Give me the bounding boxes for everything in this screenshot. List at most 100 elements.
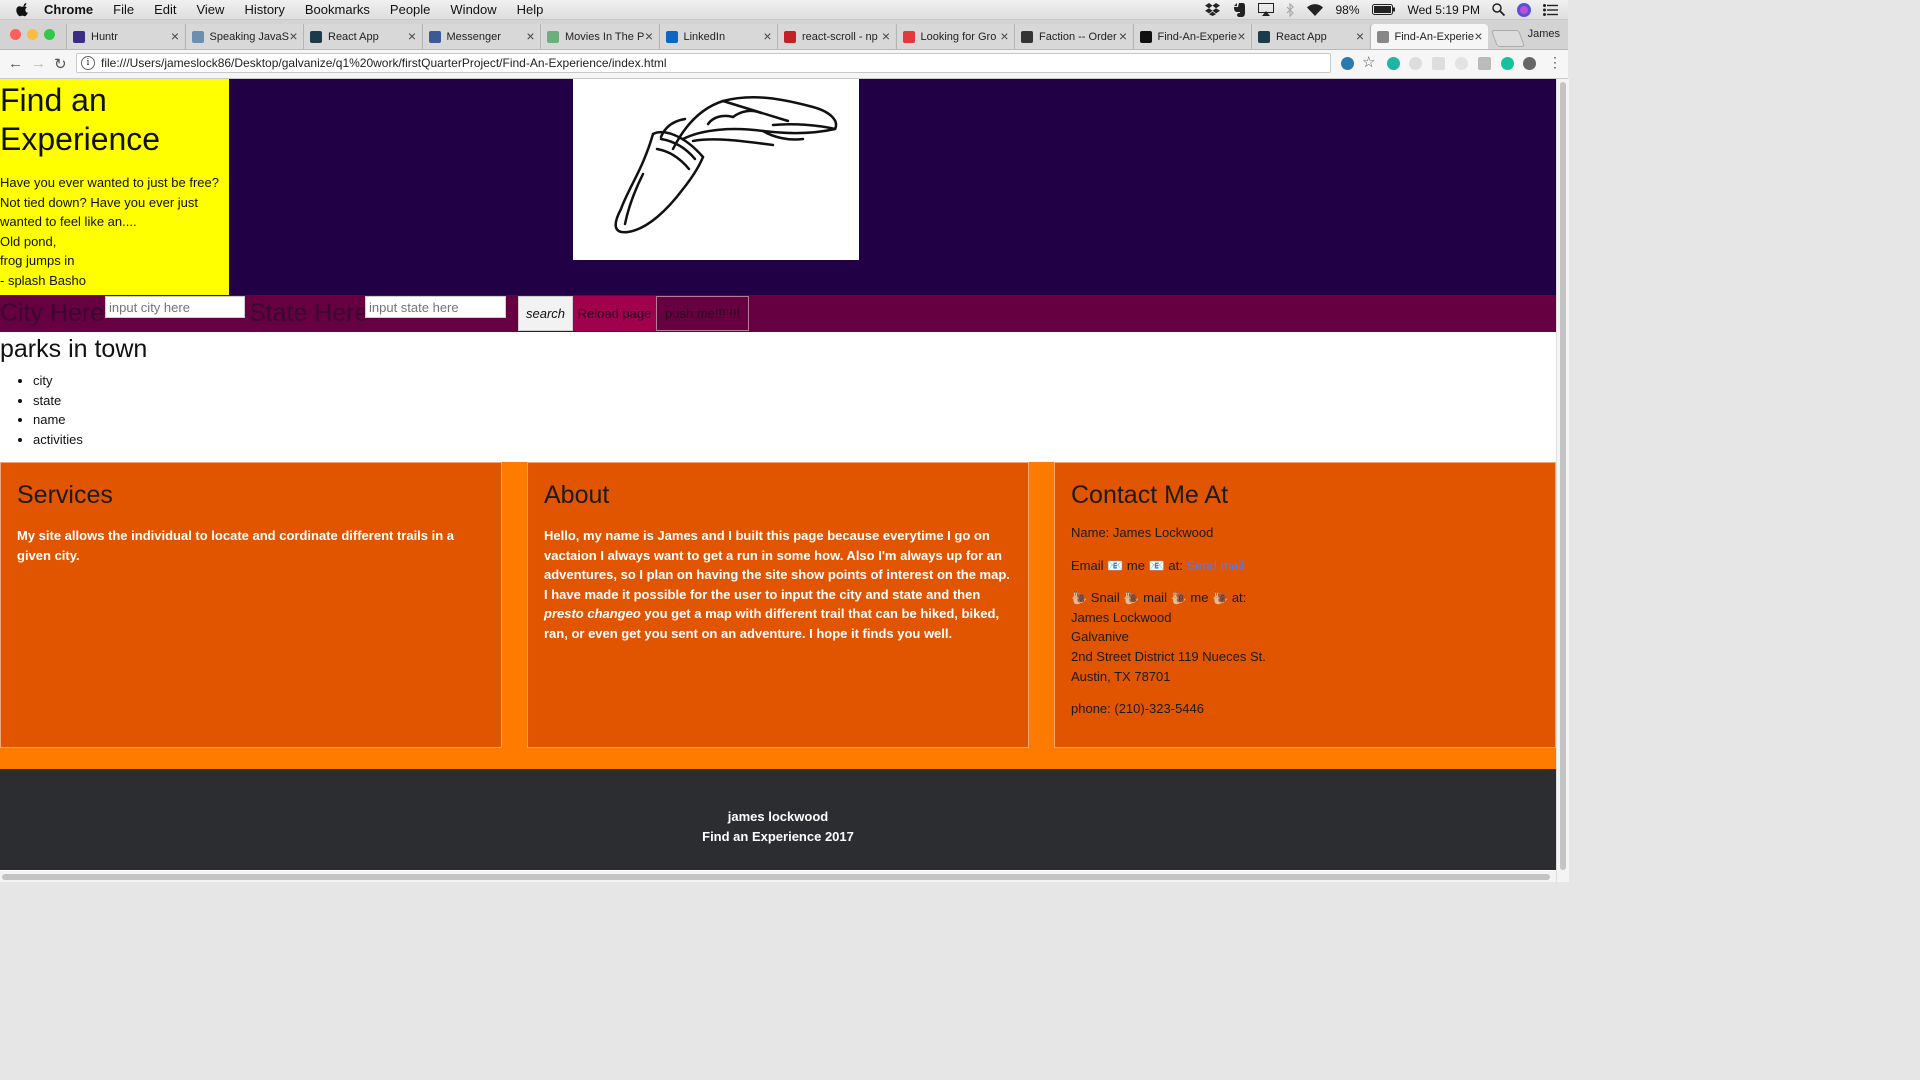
tab-3[interactable]: React App ×: [303, 24, 421, 49]
tab-7[interactable]: react-scroll - np ×: [777, 24, 895, 49]
airplay-icon[interactable]: [1258, 3, 1275, 16]
menu-window[interactable]: Window: [450, 0, 496, 19]
bluetooth-icon[interactable]: [1286, 2, 1295, 17]
menu-help[interactable]: Help: [517, 0, 544, 19]
footer-copyright: Find an Experience 2017: [702, 829, 854, 844]
address-url[interactable]: file:///Users/jameslock86/Desktop/galvan…: [101, 56, 667, 70]
npm-icon: [784, 30, 796, 43]
close-tab-icon[interactable]: ×: [1000, 28, 1008, 44]
close-tab-icon[interactable]: ×: [1474, 28, 1482, 44]
extension-icon-6[interactable]: [1478, 57, 1491, 70]
forward-arrow-icon[interactable]: →: [31, 55, 46, 72]
book-icon: [191, 30, 204, 43]
siri-icon[interactable]: [1517, 2, 1531, 17]
dropbox-icon[interactable]: [1205, 3, 1221, 16]
close-tab-icon[interactable]: ×: [171, 28, 179, 44]
extension-icon-2[interactable]: [1387, 57, 1400, 70]
state-label: State Here: [249, 299, 369, 327]
hero-line: Not tied down? Have you ever just: [0, 194, 198, 210]
close-tab-icon[interactable]: ×: [645, 28, 653, 44]
close-tab-icon[interactable]: ×: [289, 28, 297, 44]
tab-6[interactable]: LinkedIn ×: [658, 24, 777, 49]
meetup-icon: [902, 30, 915, 43]
address-line: James Lockwood: [1071, 609, 1172, 625]
tab-4[interactable]: Messenger ×: [421, 24, 540, 49]
menu-view[interactable]: View: [196, 0, 224, 19]
push-me-button[interactable]: push me!!!!!!!: [656, 296, 749, 331]
winged-shoe-icon: [614, 96, 838, 234]
tab-1[interactable]: Huntr ×: [66, 24, 184, 49]
bookmark-star-icon[interactable]: ☆: [1362, 53, 1375, 71]
close-tab-icon[interactable]: ×: [408, 28, 416, 44]
city-input[interactable]: [105, 296, 245, 318]
contact-phone: phone: (210)-323-5446: [1071, 701, 1204, 717]
close-tab-icon[interactable]: ×: [882, 28, 890, 44]
evernote-icon[interactable]: [1232, 2, 1246, 17]
spotlight-search-icon[interactable]: [1492, 3, 1505, 16]
winged-shoe-logo: [573, 79, 859, 260]
extension-icon-5[interactable]: [1455, 57, 1468, 70]
back-arrow-icon[interactable]: ←: [8, 55, 23, 72]
new-tab-button[interactable]: [1490, 30, 1526, 47]
info-icon[interactable]: i: [81, 56, 95, 70]
send-mail-link[interactable]: Send mail: [1186, 558, 1244, 573]
wifi-icon[interactable]: [1307, 3, 1324, 16]
close-tab-icon[interactable]: ×: [763, 28, 771, 44]
menu-people[interactable]: People: [390, 0, 430, 19]
contact-name: Name: James Lockwood: [1071, 525, 1214, 540]
close-window-button[interactable]: [10, 29, 21, 40]
menu-bookmarks[interactable]: Bookmarks: [305, 0, 370, 19]
close-tab-icon[interactable]: ×: [526, 28, 534, 44]
state-input[interactable]: [365, 296, 506, 318]
scrollbar-thumb[interactable]: [2, 874, 1550, 880]
horizontal-scrollbar[interactable]: [0, 871, 1556, 882]
tab-title: React App: [1276, 30, 1327, 43]
scrollbar-thumb[interactable]: [1560, 82, 1566, 870]
menu-file[interactable]: File: [113, 0, 134, 19]
menu-app-chrome[interactable]: Chrome: [44, 0, 93, 19]
tab-11[interactable]: React App ×: [1251, 24, 1369, 49]
extension-icon-1[interactable]: [1341, 57, 1354, 70]
list-item: name: [33, 410, 1556, 430]
snail-mail-label: 🐌 Snail 🐌 mail 🐌 me 🐌 at:: [1071, 590, 1247, 606]
vertical-scrollbar[interactable]: [1556, 79, 1569, 882]
services-heading: Services: [17, 481, 113, 509]
battery-percent: 98%: [1335, 2, 1360, 17]
tab-9[interactable]: Faction -- Order ×: [1014, 24, 1132, 49]
close-tab-icon[interactable]: ×: [1119, 28, 1127, 44]
reload-page-button[interactable]: Reload page: [573, 296, 656, 331]
menu-edit[interactable]: Edit: [154, 0, 176, 19]
tab-5[interactable]: Movies In The P ×: [540, 24, 658, 49]
about-emphasis: presto changeo: [544, 606, 641, 622]
tab-12[interactable]: Find-An-Experie ×: [1369, 24, 1488, 49]
zoom-window-button[interactable]: [44, 29, 55, 40]
extension-icon-3[interactable]: [1409, 57, 1422, 70]
battery-icon[interactable]: [1371, 4, 1396, 15]
tab-10[interactable]: Find-An-Experie ×: [1132, 24, 1251, 49]
tab-title: Faction -- Order: [1039, 30, 1117, 43]
notification-center-icon[interactable]: [1543, 3, 1558, 16]
tab-title: React App: [328, 30, 379, 43]
address-bar[interactable]: i file:///Users/jameslock86/Desktop/galv…: [76, 53, 1331, 73]
contact-address: 🐌 Snail 🐌 mail 🐌 me 🐌 at: James Lockwood…: [1071, 588, 1539, 686]
menu-history[interactable]: History: [244, 0, 284, 19]
react-icon: [1258, 30, 1270, 43]
minimize-window-button[interactable]: [27, 29, 38, 40]
close-tab-icon[interactable]: ×: [1356, 28, 1364, 44]
page-icon: [1376, 30, 1389, 43]
apple-icon[interactable]: [16, 2, 30, 17]
close-tab-icon[interactable]: ×: [1237, 28, 1245, 44]
tab-title: react-scroll - np: [802, 30, 878, 43]
chrome-menu-icon[interactable]: ⋮: [1548, 54, 1562, 71]
extension-icon-8[interactable]: [1523, 57, 1536, 70]
extension-icon-4[interactable]: [1432, 57, 1445, 70]
search-button[interactable]: search: [518, 296, 573, 331]
tab-title: Messenger: [446, 30, 501, 43]
grammarly-icon[interactable]: [1501, 57, 1514, 70]
menubar-clock[interactable]: Wed 5:19 PM: [1408, 3, 1480, 17]
tab-8[interactable]: Looking for Gro ×: [895, 24, 1014, 49]
react-icon: [310, 30, 322, 43]
reload-icon[interactable]: ↻: [54, 55, 67, 73]
tab-2[interactable]: Speaking JavaS ×: [184, 24, 303, 49]
profile-name[interactable]: James: [1528, 28, 1560, 40]
